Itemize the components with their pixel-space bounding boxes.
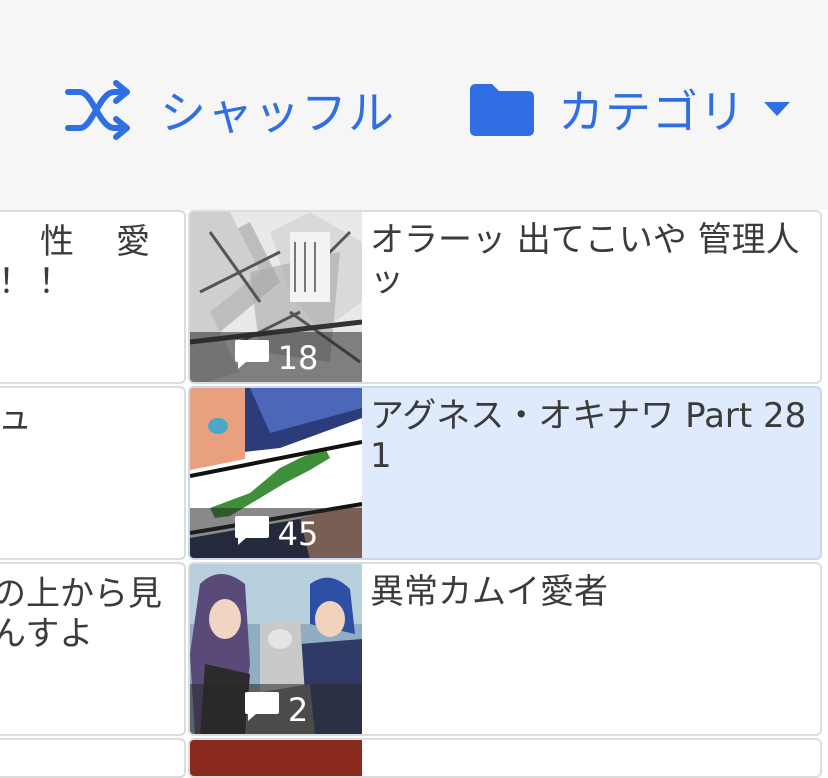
thread-card[interactable]: 性 愛 ！！: [0, 210, 186, 384]
caret-down-icon: [764, 102, 790, 116]
thread-card[interactable]: 18 オラーッ 出てこいや 管理人ッ: [188, 210, 822, 384]
thread-thumbnail: 2: [190, 564, 362, 734]
folder-icon: [468, 80, 536, 138]
category-dropdown[interactable]: カテゴリ: [468, 76, 790, 142]
comment-count: 45: [277, 515, 319, 553]
thread-card[interactable]: ュ: [0, 386, 186, 560]
thread-card-selected[interactable]: 45 アグネス・オキナワ Part 281: [188, 386, 822, 560]
thread-title-fragment: 性 愛: [40, 222, 154, 262]
thread-card[interactable]: [188, 738, 822, 778]
thread-title: オラーッ 出てこいや 管理人ッ: [370, 220, 800, 300]
category-label: カテゴリ: [558, 85, 746, 139]
thread-title-fragment: の上から見: [0, 574, 162, 614]
comment-count-badge: 45: [190, 508, 362, 558]
thread-title: アグネス・オキナワ Part 281: [370, 396, 807, 476]
thread-title-fragment: んすよ: [0, 614, 94, 654]
comment-icon: [234, 514, 278, 554]
thread-title: 異常カムイ愛者: [370, 572, 608, 612]
thread-title-fragment: ュ: [0, 398, 32, 438]
comment-count-badge: 2: [190, 684, 362, 734]
thread-card[interactable]: [0, 738, 186, 778]
thread-title-fragment: ！！: [0, 262, 78, 302]
thread-grid: 性 愛 ！！ 18 オラーッ 出てこいや 管理人ッ ュ 45 アグネス・オキナワ…: [0, 210, 828, 778]
thread-card[interactable]: の上から見 んすよ: [0, 562, 186, 736]
shuffle-label: シャッフル: [160, 86, 395, 140]
comment-icon: [234, 338, 278, 378]
comment-count-badge: 18: [190, 332, 362, 382]
thread-card[interactable]: 2 異常カムイ愛者: [188, 562, 822, 736]
shuffle-button[interactable]: シャッフル: [64, 80, 395, 140]
toolbar: シャッフル カテゴリ: [0, 0, 828, 210]
comment-icon: [244, 690, 288, 730]
thread-thumbnail: 18: [190, 212, 362, 382]
comment-count: 2: [287, 691, 309, 729]
thread-thumbnail: [190, 740, 362, 776]
shuffle-icon: [64, 80, 134, 140]
thread-thumbnail: 45: [190, 388, 362, 558]
comment-count: 18: [277, 339, 319, 377]
